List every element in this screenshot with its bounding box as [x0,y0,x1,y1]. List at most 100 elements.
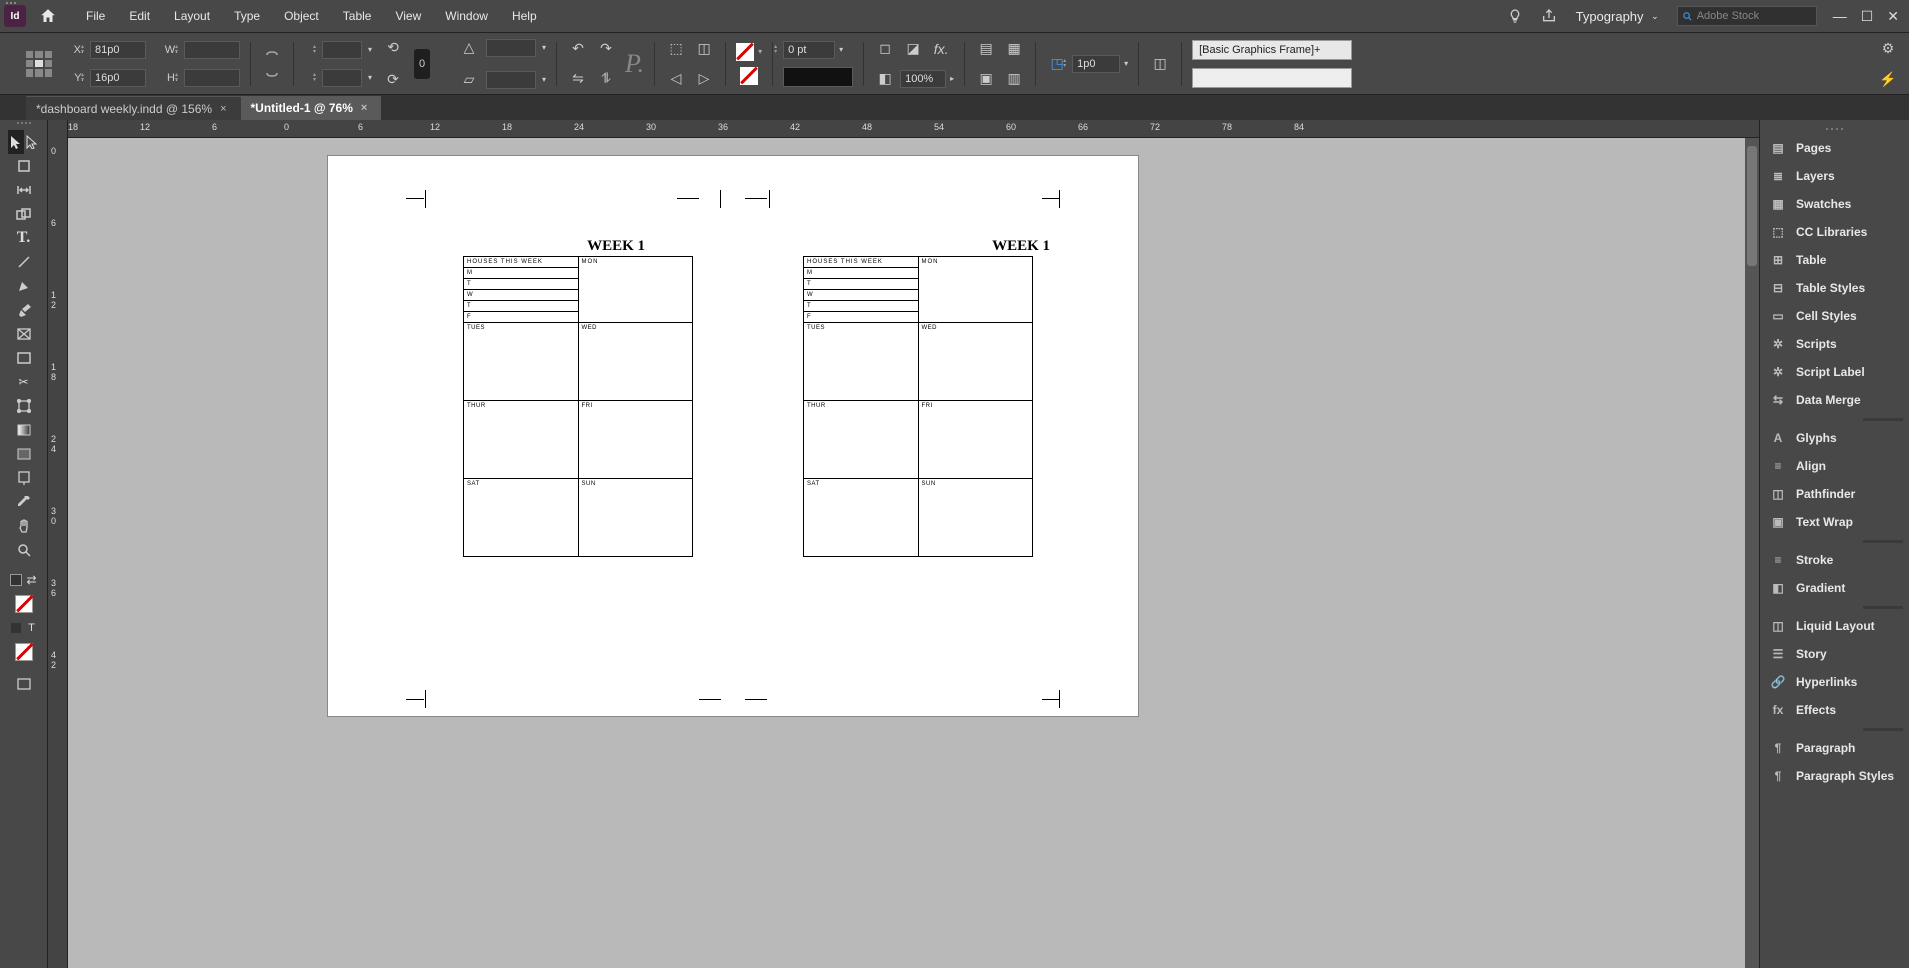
horizontal-ruler[interactable]: 181260612182430364248546066727884 [48,120,1759,138]
prev-object-icon[interactable]: ◁ [665,68,687,90]
swap-fill-stroke-icon[interactable]: ⇄ [24,568,40,592]
menu-type[interactable]: Type [222,0,272,32]
pen-tool[interactable] [8,274,40,298]
align-to-icon[interactable]: ◫ [1149,53,1171,75]
panel-script-label[interactable]: ✲Script Label [1760,358,1909,386]
menu-edit[interactable]: Edit [117,0,162,32]
rectangle-tool[interactable] [8,346,40,370]
object-style-select[interactable]: [Basic Graphics Frame]+ [1192,40,1352,60]
menu-table[interactable]: Table [331,0,384,32]
menu-help[interactable]: Help [500,0,549,32]
w-input[interactable]: ▴▾ [184,41,240,59]
rotation-input[interactable] [486,39,536,57]
panel-layers[interactable]: ≣Layers [1760,162,1909,190]
stroke-swatch[interactable] [740,67,758,85]
gradient-feather-tool[interactable] [8,442,40,466]
panel-scripts[interactable]: ✲Scripts [1760,330,1909,358]
fx-icon[interactable]: fx. [930,38,952,60]
shear-input[interactable] [486,71,536,89]
vertical-scrollbar[interactable] [1745,138,1759,968]
scissors-tool[interactable]: ✂ [8,370,40,394]
next-object-icon[interactable]: ▷ [693,68,715,90]
page-tool[interactable] [8,154,40,178]
window-minimize-icon[interactable]: — [1833,8,1847,25]
menu-layout[interactable]: Layout [162,0,222,32]
home-icon[interactable] [34,2,62,30]
panel-paragraph-styles[interactable]: ¶Paragraph Styles [1760,762,1909,790]
formatting-text-icon[interactable]: T [24,616,40,640]
share-icon[interactable] [1534,1,1564,31]
panel-paragraph[interactable]: ¶Paragraph [1760,734,1909,762]
scale-y-input[interactable]: ▴▾ [322,69,362,87]
content-collector-tool[interactable] [8,202,40,226]
preferences-gear-icon[interactable]: ⚙ [1877,38,1899,60]
panel-table-styles[interactable]: ⊟Table Styles [1760,274,1909,302]
panel-stroke[interactable]: ≡Stroke [1760,546,1909,574]
lightbulb-icon[interactable] [1500,1,1530,31]
panel-story[interactable]: ☰Story [1760,640,1909,668]
vertical-ruler[interactable]: 061 21 82 43 03 64 2 [48,138,68,968]
drop-shadow-icon[interactable]: ◪ [902,38,924,60]
select-container-icon[interactable]: ⬚ [665,38,687,60]
window-close-icon[interactable]: ✕ [1887,8,1899,25]
menu-object[interactable]: Object [272,0,331,32]
text-wrap-bbox-icon[interactable]: ▦ [1003,38,1025,60]
flip-v-icon[interactable]: ⥮ [595,68,617,90]
apply-color-icon[interactable] [8,616,24,640]
panel-cell-styles[interactable]: ▭Cell Styles [1760,302,1909,330]
screen-mode-icon[interactable] [8,672,40,696]
type-tool[interactable]: T. [8,226,40,250]
flip-h-icon[interactable]: ⇋ [567,68,589,90]
scale-x-input[interactable]: ▴▾ [322,41,362,59]
rotate-ccw-icon[interactable]: ⟲ [382,37,404,59]
close-icon[interactable]: × [361,102,367,114]
frame-fit-icon[interactable]: ▥ [1003,68,1025,90]
reference-point-grid[interactable] [26,51,52,77]
panel-pathfinder[interactable]: ◫Pathfinder [1760,480,1909,508]
menu-window[interactable]: Window [433,0,500,32]
stroke-style-select[interactable] [783,67,853,87]
panel-liquid-layout[interactable]: ◫Liquid Layout [1760,612,1909,640]
object-style-select-2[interactable] [1192,68,1352,88]
panel-swatches[interactable]: ▦Swatches [1760,190,1909,218]
hand-tool[interactable] [8,514,40,538]
fill-stroke-toggle[interactable] [8,568,24,592]
close-icon[interactable]: × [220,103,226,115]
opacity-input[interactable]: 100% [900,70,946,88]
corner-options-icon[interactable]: ◻ [874,38,896,60]
stock-search-input[interactable]: Adobe Stock [1677,6,1817,26]
rectangle-frame-tool[interactable] [8,322,40,346]
pencil-tool[interactable] [8,298,40,322]
y-input[interactable]: ▴▾16p0 [90,69,146,87]
panel-text-wrap[interactable]: ▣Text Wrap [1760,508,1909,536]
gap-tool[interactable] [8,178,40,202]
zoom-tool[interactable] [8,538,40,562]
undo-icon[interactable]: ↶ [567,38,589,60]
panel-pages[interactable]: ▤Pages [1760,134,1909,162]
x-input[interactable]: ▴▾81p0 [90,41,146,59]
doc-tab-1[interactable]: *dashboard weekly.indd @ 156%× [26,96,241,120]
panel-cc-libraries[interactable]: ⬚CC Libraries [1760,218,1909,246]
doc-tab-2[interactable]: *Untitled-1 @ 76%× [241,96,382,120]
rotation-angle-icon[interactable]: 0 [414,49,430,79]
line-tool[interactable] [8,250,40,274]
constrain-icon[interactable] [261,53,283,75]
panel-glyphs[interactable]: AGlyphs [1760,424,1909,452]
canvas[interactable]: WEEK 1 HOUSES THIS WEEKMON M T W T F TUE… [68,138,1745,968]
stroke-weight-input[interactable]: ▴▾0 pt [783,41,835,59]
panel-gradient[interactable]: ◧Gradient [1760,574,1909,602]
fill-proxy[interactable] [8,592,40,616]
select-content-icon[interactable]: ◫ [693,38,715,60]
gradient-swatch-tool[interactable] [8,418,40,442]
selection-tool[interactable] [8,130,24,154]
direct-selection-tool[interactable] [24,130,40,154]
menu-view[interactable]: View [383,0,433,32]
corner-size-input[interactable]: ▴▾1p0 [1072,55,1120,73]
fill-swatch[interactable] [736,43,754,61]
panel-hyperlinks[interactable]: 🔗Hyperlinks [1760,668,1909,696]
note-tool[interactable] [8,466,40,490]
panel-effects[interactable]: fxEffects [1760,696,1909,724]
panel-data-merge[interactable]: ⇆Data Merge [1760,386,1909,414]
panel-table[interactable]: ⊞Table [1760,246,1909,274]
text-wrap-none-icon[interactable]: ▤ [975,38,997,60]
